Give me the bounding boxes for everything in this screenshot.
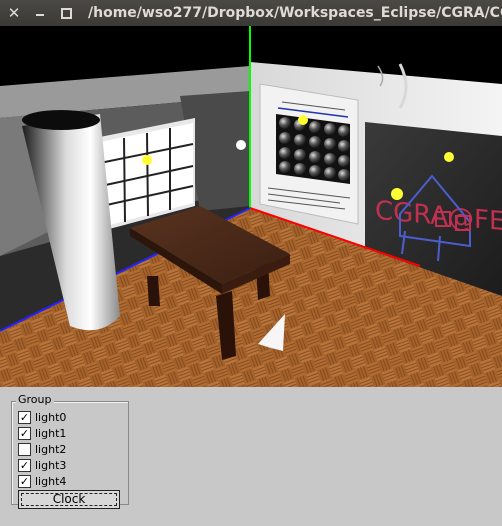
clock-button[interactable]: Clock: [18, 490, 120, 509]
opengl-viewport[interactable]: CGRA@FE: [0, 26, 502, 387]
checkbox-icon[interactable]: [18, 442, 31, 456]
window-title: /home/wso277/Dropbox/Workspaces_Eclipse/…: [88, 5, 502, 21]
checkbox-label: light2: [35, 442, 67, 456]
checkbox-label: light0: [35, 410, 67, 424]
light4-checkbox[interactable]: ✓ light4: [18, 474, 66, 488]
light-marker: [142, 155, 152, 165]
checkbox-icon[interactable]: ✓: [18, 410, 31, 424]
close-icon: ✕: [7, 4, 21, 22]
checkbox-label: light3: [35, 458, 67, 472]
window-titlebar: ✕ /home/wso277/Dropbox/Workspaces_Eclips…: [0, 0, 502, 26]
light-marker: [391, 188, 403, 200]
lights-group: Group ✓ light0 ✓ light1 light2 ✓ light3 …: [11, 393, 129, 509]
maximize-window-button[interactable]: [56, 3, 76, 23]
minimize-window-button[interactable]: [30, 3, 50, 23]
checkbox-icon[interactable]: ✓: [18, 474, 31, 488]
maximize-icon: [60, 7, 72, 19]
light-marker: [236, 140, 246, 150]
light1-checkbox[interactable]: ✓ light1: [18, 426, 66, 440]
light0-checkbox[interactable]: ✓ light0: [18, 410, 66, 424]
minimize-icon: [36, 14, 44, 16]
checkbox-icon[interactable]: ✓: [18, 458, 31, 472]
light2-checkbox[interactable]: light2: [18, 442, 66, 456]
scene-render: CGRA@FE: [0, 26, 502, 387]
checkbox-label: light4: [35, 474, 67, 488]
light-marker: [444, 152, 454, 162]
light-marker: [298, 115, 308, 125]
group-label: Group: [16, 393, 54, 406]
control-panel: Group ✓ light0 ✓ light1 light2 ✓ light3 …: [0, 387, 502, 526]
light3-checkbox[interactable]: ✓ light3: [18, 458, 66, 472]
close-window-button[interactable]: ✕: [4, 3, 24, 23]
checkbox-icon[interactable]: ✓: [18, 426, 31, 440]
checkbox-label: light1: [35, 426, 67, 440]
